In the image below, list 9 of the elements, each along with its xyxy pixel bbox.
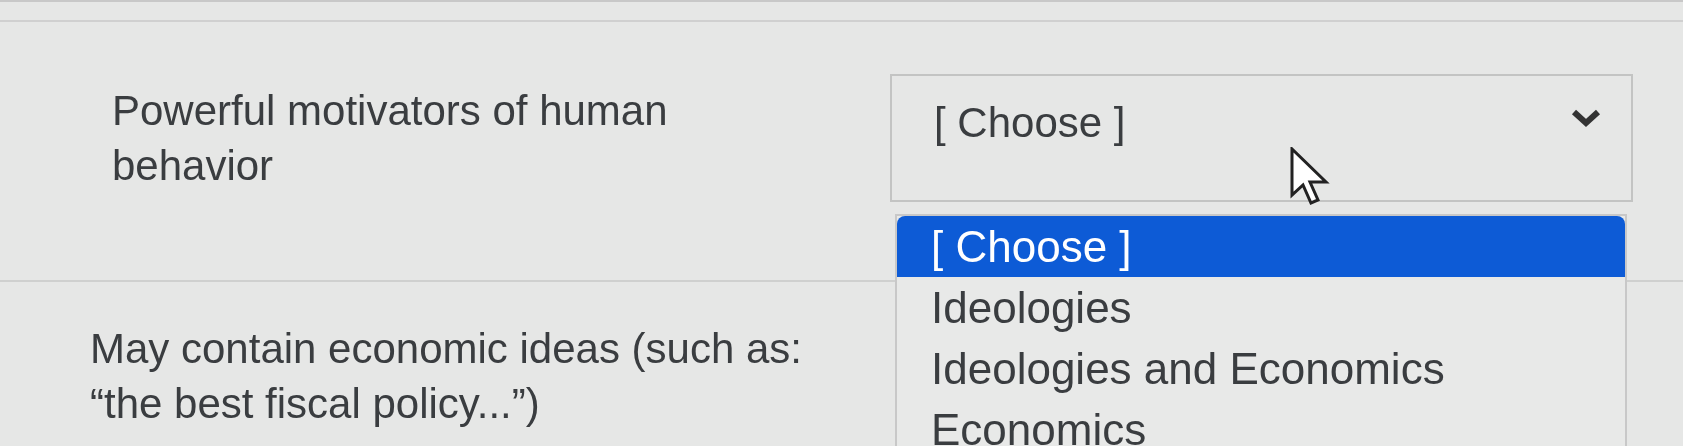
dropdown-option[interactable]: Ideologies [897, 277, 1625, 338]
question-prompt: May contain economic ideas (such as: “the best fiscal policy...”) [90, 324, 803, 429]
dropdown-option[interactable]: Economics [897, 399, 1625, 446]
mouse-cursor-icon [1290, 147, 1332, 207]
dropdown-option[interactable]: Ideologies and Economics [897, 338, 1625, 399]
question-prompt: Powerful motivators of human behavior [112, 86, 669, 191]
chevron-down-icon [1571, 108, 1601, 128]
dropdown-option[interactable]: [ Choose ] [897, 216, 1625, 277]
answer-dropdown[interactable]: [ Choose ] [890, 74, 1633, 202]
